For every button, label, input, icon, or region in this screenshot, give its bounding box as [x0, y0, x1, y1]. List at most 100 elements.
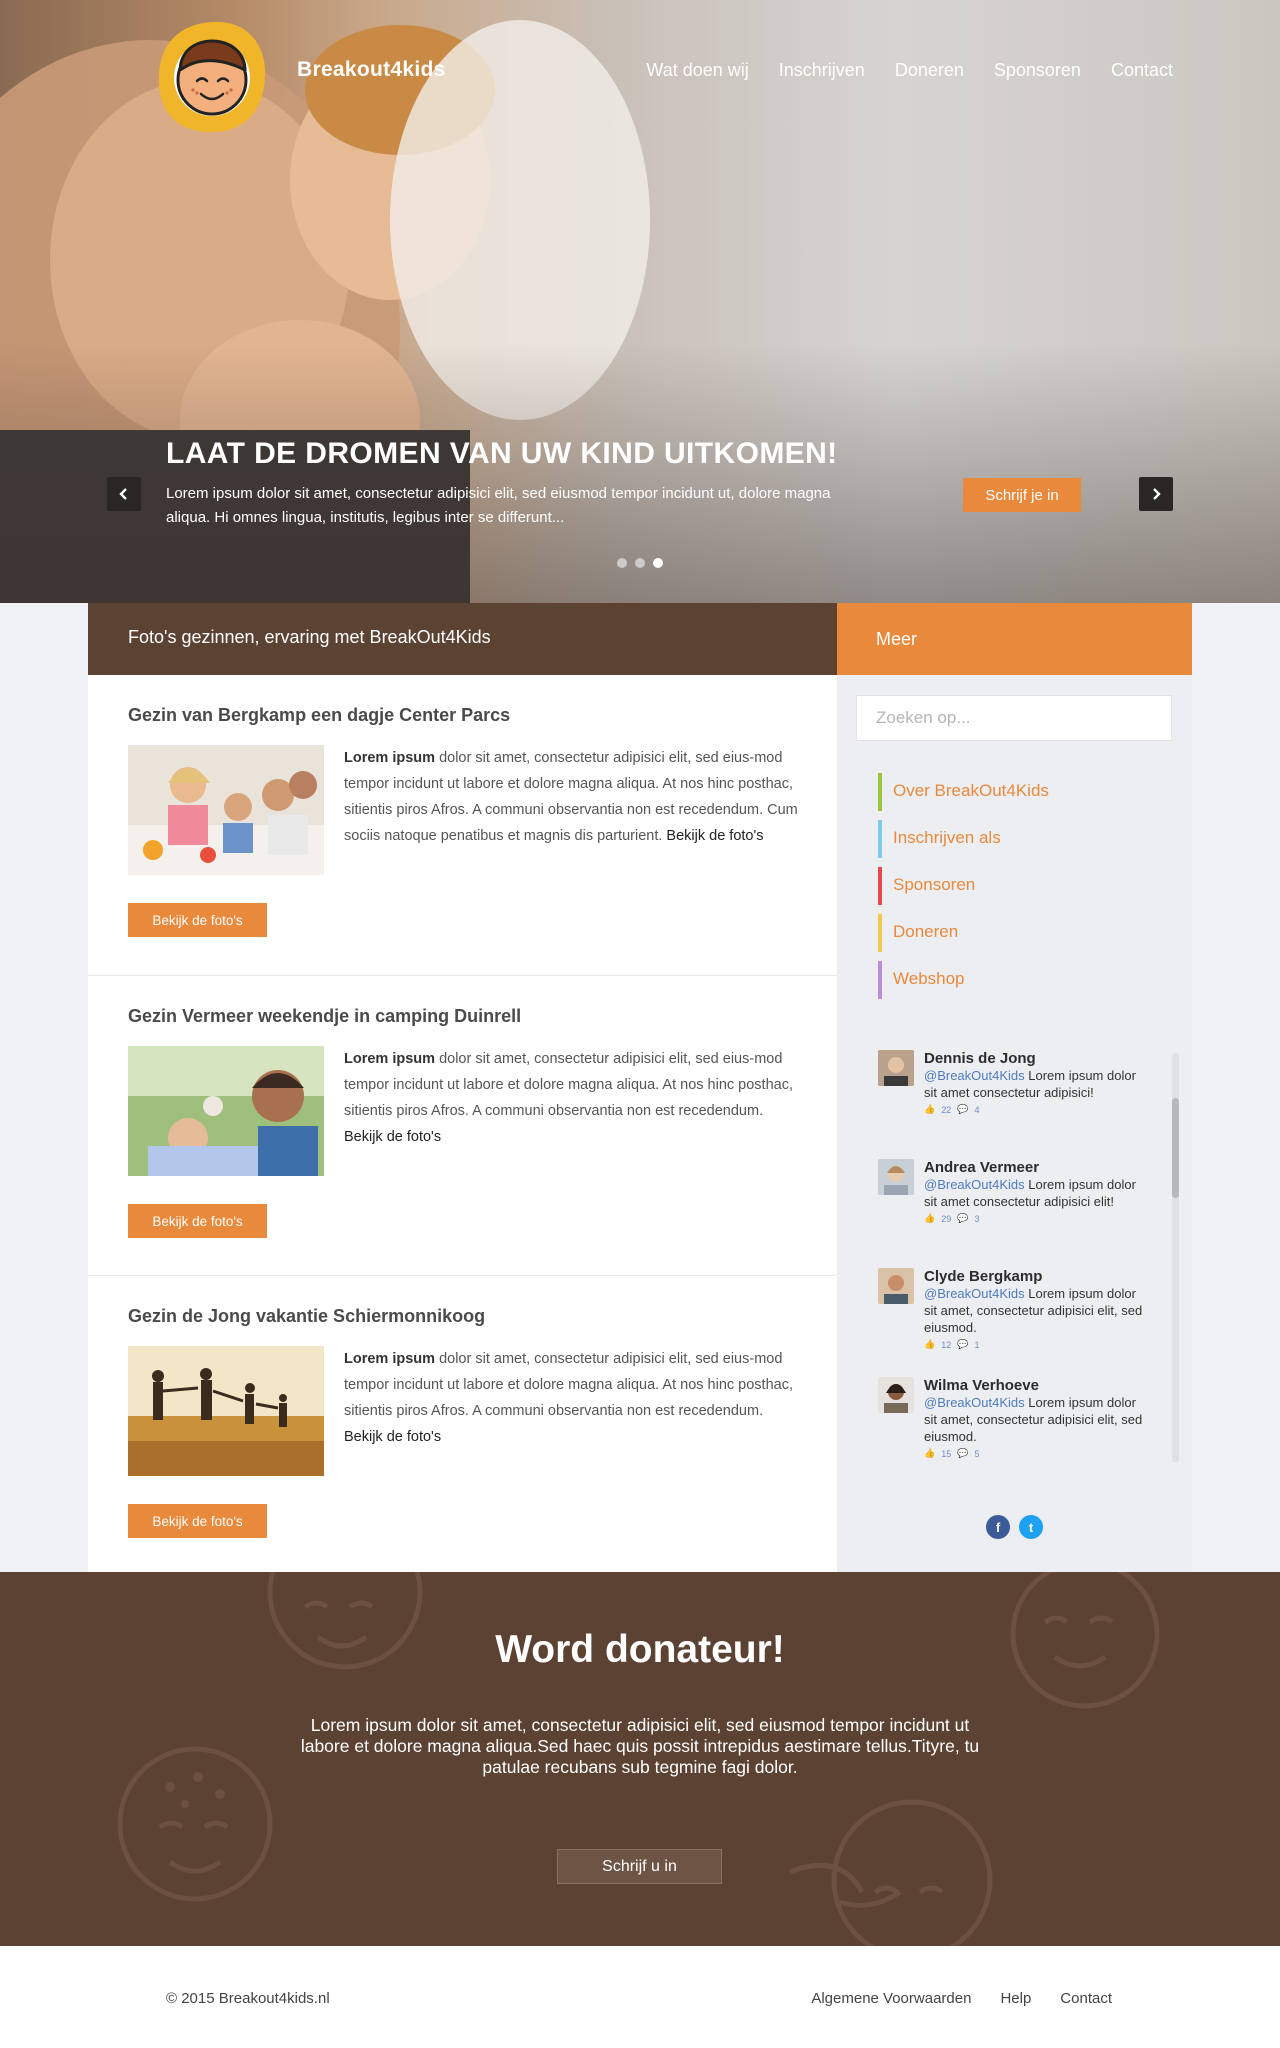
chevron-right-icon [1153, 488, 1161, 500]
nav-sponsoren[interactable]: Sponsoren [994, 60, 1081, 81]
feed-scrollbar-thumb[interactable] [1172, 1098, 1179, 1198]
nav-wat-doen-wij[interactable]: Wat doen wij [646, 60, 748, 81]
thumbs-up-icon[interactable]: 👍 [924, 1339, 935, 1350]
post-title: Gezin de Jong vakantie Schiermonnikoog [128, 1306, 486, 1326]
logo-kid-face[interactable] [155, 18, 269, 136]
hero-signup-button[interactable]: Schrijf je in [963, 478, 1081, 512]
sidebar-item-webshop[interactable]: Webshop [878, 961, 1049, 999]
post-link[interactable]: Bekijk de foto's [344, 1429, 441, 1445]
tweet-author[interactable]: Andrea Vermeer [924, 1159, 1144, 1176]
chevron-left-icon [119, 488, 127, 500]
slider-dot-1[interactable] [617, 558, 627, 568]
view-photos-button[interactable]: Bekijk de foto's [128, 903, 267, 937]
tweet-meta: 👍 12 💬 1 [924, 1339, 1144, 1350]
comment-count: 3 [974, 1213, 980, 1224]
donate-section: Word donateur! Lorem ipsum dolor sit ame… [0, 1572, 1280, 1946]
tweet-text: @BreakOut4Kids Lorem ipsum dolor sit ame… [924, 1176, 1144, 1210]
sidebar: Meer Over BreakOut4Kids Inschrijven als … [837, 603, 1192, 1572]
thumbs-up-icon[interactable]: 👍 [924, 1104, 935, 1115]
slider-dots [617, 558, 663, 568]
brand-name[interactable]: Breakout4kids [297, 58, 446, 82]
tweet-text: @BreakOut4Kids Lorem ipsum dolor sit ame… [924, 1394, 1144, 1445]
family-photos-section: Foto's gezinnen, ervaring met BreakOut4K… [88, 603, 837, 1572]
footer-links: Algemene Voorwaarden Help Contact [811, 1990, 1112, 2007]
tweet-handle[interactable]: @BreakOut4Kids [924, 1395, 1025, 1410]
avatar[interactable] [878, 1377, 914, 1413]
donate-text: Lorem ipsum dolor sit amet, consectetur … [300, 1715, 980, 1777]
footer: © 2015 Breakout4kids.nl Algemene Voorwaa… [0, 1946, 1280, 2048]
view-photos-button[interactable]: Bekijk de foto's [128, 1204, 267, 1238]
post-card: Gezin de Jong vakantie Schiermonnikoog L… [88, 1276, 837, 1572]
comment-count: 5 [974, 1448, 980, 1459]
view-photos-button[interactable]: Bekijk de foto's [128, 1504, 267, 1538]
post-text: Lorem ipsum dolor sit amet, consectetur … [344, 1346, 804, 1450]
like-count: 22 [941, 1104, 952, 1115]
tweet-author[interactable]: Clyde Bergkamp [924, 1268, 1144, 1285]
facebook-icon[interactable]: f [986, 1515, 1010, 1539]
nav-inschrijven[interactable]: Inschrijven [779, 60, 865, 81]
thumbs-up-icon[interactable]: 👍 [924, 1448, 935, 1459]
sidebar-item-sponsoren[interactable]: Sponsoren [878, 867, 1049, 905]
post-photo[interactable] [128, 745, 324, 875]
hero-text: Lorem ipsum dolor sit amet, consectetur … [166, 485, 831, 526]
sidebar-item-over[interactable]: Over BreakOut4Kids [878, 773, 1049, 811]
footer-link-terms[interactable]: Algemene Voorwaarden [811, 1990, 971, 2007]
post-link[interactable]: Bekijk de foto's [666, 828, 763, 844]
post-lead: Lorem ipsum [344, 750, 436, 766]
tweet: Wilma Verhoeve @BreakOut4Kids Lorem ipsu… [878, 1377, 1148, 1486]
post-card: Gezin Vermeer weekendje in camping Duinr… [88, 976, 837, 1276]
tweet-handle[interactable]: @BreakOut4Kids [924, 1177, 1025, 1192]
tweet-text: @BreakOut4Kids Lorem ipsum dolor sit ame… [924, 1067, 1144, 1101]
comment-icon[interactable]: 💬 [957, 1213, 968, 1224]
post-lead: Lorem ipsum [344, 1051, 436, 1067]
post-photo[interactable] [128, 1346, 324, 1476]
sidebar-heading: Meer [837, 603, 1192, 675]
post-photo[interactable] [128, 1046, 324, 1176]
sidebar-menu: Over BreakOut4Kids Inschrijven als Spons… [878, 773, 1049, 1008]
donate-title: Word donateur! [495, 1628, 785, 1671]
twitter-icon[interactable]: t [1019, 1515, 1043, 1539]
tweet-handle[interactable]: @BreakOut4Kids [924, 1068, 1025, 1083]
post-card: Gezin van Bergkamp een dagje Center Parc… [88, 675, 837, 976]
like-count: 29 [941, 1213, 952, 1224]
like-count: 15 [941, 1448, 952, 1459]
comment-icon[interactable]: 💬 [957, 1339, 968, 1350]
tweet: Clyde Bergkamp @BreakOut4Kids Lorem ipsu… [878, 1268, 1148, 1377]
post-title: Gezin Vermeer weekendje in camping Duinr… [128, 1006, 522, 1026]
slider-dot-2[interactable] [635, 558, 645, 568]
sidebar-item-inschrijven[interactable]: Inschrijven als [878, 820, 1049, 858]
copyright: © 2015 Breakout4kids.nl [166, 1990, 330, 2007]
nav-contact[interactable]: Contact [1111, 60, 1173, 81]
comment-icon[interactable]: 💬 [957, 1448, 968, 1459]
tweet-handle[interactable]: @BreakOut4Kids [924, 1286, 1025, 1301]
tweet-meta: 👍 15 💬 5 [924, 1448, 1144, 1459]
tweet-text: @BreakOut4Kids Lorem ipsum dolor sit ame… [924, 1285, 1144, 1336]
footer-link-contact[interactable]: Contact [1060, 1990, 1112, 2007]
slider-prev-button[interactable] [107, 477, 141, 511]
thumbs-up-icon[interactable]: 👍 [924, 1213, 935, 1224]
post-text: Lorem ipsum dolor sit amet, consectetur … [344, 1046, 804, 1150]
tweet: Andrea Vermeer @BreakOut4Kids Lorem ipsu… [878, 1159, 1148, 1268]
slider-dot-3[interactable] [653, 558, 663, 568]
section-heading: Foto's gezinnen, ervaring met BreakOut4K… [88, 603, 837, 675]
post-link[interactable]: Bekijk de foto's [344, 1129, 441, 1145]
donate-signup-button[interactable]: Schrijf u in [557, 1849, 722, 1884]
tweet: Dennis de Jong @BreakOut4Kids Lorem ipsu… [878, 1050, 1148, 1159]
tweet-author[interactable]: Dennis de Jong [924, 1050, 1144, 1067]
avatar[interactable] [878, 1050, 914, 1086]
footer-link-help[interactable]: Help [1000, 1990, 1031, 2007]
feed-scrollbar[interactable] [1172, 1053, 1179, 1463]
comment-icon[interactable]: 💬 [957, 1104, 968, 1115]
like-count: 12 [941, 1339, 952, 1350]
hero-slider: Breakout4kids Wat doen wij Inschrijven D… [0, 0, 1280, 603]
nav-doneren[interactable]: Doneren [895, 60, 964, 81]
search-input[interactable] [856, 695, 1172, 741]
main-nav: Wat doen wij Inschrijven Doneren Sponsor… [646, 60, 1173, 81]
avatar[interactable] [878, 1159, 914, 1195]
avatar[interactable] [878, 1268, 914, 1304]
slider-next-button[interactable] [1139, 477, 1173, 511]
comment-count: 1 [974, 1339, 980, 1350]
tweet-author[interactable]: Wilma Verhoeve [924, 1377, 1144, 1394]
tweet-meta: 👍 29 💬 3 [924, 1213, 1144, 1224]
sidebar-item-doneren[interactable]: Doneren [878, 914, 1049, 952]
